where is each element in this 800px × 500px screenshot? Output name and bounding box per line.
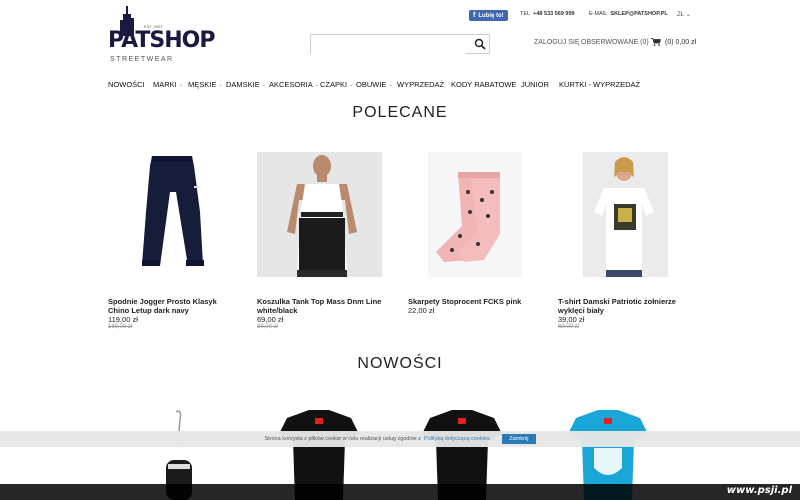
facebook-like-button[interactable]: f Lubię to! <box>469 10 508 21</box>
search-icon[interactable] <box>474 38 486 50</box>
womens-tshirt-model-image <box>583 152 668 277</box>
cookie-bar: Strona korzysta z plików cookie w celu r… <box>0 431 800 447</box>
search-box <box>310 34 490 56</box>
nav-item-damskie[interactable]: DAMSKIE ⌄ <box>226 80 266 89</box>
watermark-bar: www.psji.pl <box>0 484 800 500</box>
chevron-down-icon: ⌄ <box>178 81 183 88</box>
product-image[interactable] <box>408 152 533 277</box>
chevron-down-icon: ⌄ <box>261 81 266 88</box>
product-price: 39,00 zł <box>558 315 585 324</box>
nav-label: DAMSKIE <box>226 80 260 89</box>
product-name[interactable]: Koszulka Tank Top Mass Dnm Line white/bl… <box>257 297 387 315</box>
nav-label: JUNIOR <box>521 80 549 89</box>
nav-item-akcesoria[interactable]: AKCESORIA ⌄ <box>269 80 319 89</box>
product-card[interactable]: Koszulka Tank Top Mass Dnm Line white/bl… <box>257 152 387 330</box>
product-image[interactable] <box>108 152 233 277</box>
nav-item-junior[interactable]: JUNIOR <box>521 80 549 89</box>
product-card[interactable]: Spodnie Jogger Prosto Klasyk Chino Letup… <box>108 152 238 330</box>
pink-socks-image <box>428 152 522 277</box>
chevron-down-icon: ⌄ <box>685 12 691 18</box>
cookie-close-button[interactable]: Zamknij <box>502 434 536 444</box>
nav-item-nowosci[interactable]: NOWOŚCI <box>108 80 145 89</box>
cart-label: (0) 0,00 zł <box>665 38 697 46</box>
currency-selector[interactable]: ZŁ ⌄ <box>677 11 691 18</box>
product-name[interactable]: Skarpety Stoprocent FCKS pink <box>408 297 538 306</box>
phone-info: TEL +48 533 569 999 <box>520 11 575 17</box>
currency-label: ZŁ <box>677 12 685 18</box>
tank-top-model-image <box>257 152 382 277</box>
cart-icon <box>651 38 661 46</box>
nav-item-kody-rabatowe[interactable]: KODY RABATOWE <box>451 80 516 89</box>
email-info: E-MAIL SKLEP@PATSHOP.PL <box>589 11 668 17</box>
product-old-price: 89,00 zł <box>257 324 279 330</box>
facebook-icon: f <box>473 12 476 19</box>
nav-label: MARKI <box>153 80 177 89</box>
search-input[interactable] <box>311 37 466 56</box>
product-name[interactable]: T-shirt Damski Patriotic żołnierze wyklę… <box>558 297 688 315</box>
phone-label: TEL <box>520 11 531 17</box>
nav-label: WYPRZEDAŻ <box>397 80 445 89</box>
nav-label: AKCESORIA <box>269 80 313 89</box>
chevron-down-icon: ⌄ <box>218 81 223 88</box>
nav-item-meskie[interactable]: MĘSKIE ⌄ <box>188 80 223 89</box>
phone-number[interactable]: +48 533 569 999 <box>533 11 574 17</box>
cookie-text: Strona korzysta z plików cookie w celu r… <box>264 436 421 442</box>
cookie-policy-link[interactable]: Polityką dotyczącą cookies. <box>424 436 491 442</box>
product-image[interactable] <box>257 152 382 277</box>
product-price: 119,00 zł <box>108 315 138 324</box>
section-title-new: NOWOŚCI <box>357 355 443 372</box>
nav-label: NOWOŚCI <box>108 80 145 89</box>
nav-item-kurtki-wyprzedaz[interactable]: KURTKI - WYPRZEDAŻ <box>559 80 640 89</box>
product-old-price: 169,00 zł <box>108 324 133 330</box>
product-name[interactable]: Spodnie Jogger Prosto Klasyk Chino Letup… <box>108 297 238 315</box>
nav-item-marki[interactable]: MARKI ⌄ <box>153 80 183 89</box>
nav-label: KODY RABATOWE <box>451 80 517 89</box>
chevron-down-icon: ⌄ <box>314 81 319 88</box>
nav-label: KURTKI - WYPRZEDAŻ <box>559 80 641 89</box>
wishlist-link[interactable]: OBSERWOWANE (0) <box>581 39 649 46</box>
cart-button[interactable]: (0) 0,00 zł <box>651 38 696 46</box>
email-label: E-MAIL <box>589 11 608 17</box>
product-card[interactable]: T-shirt Damski Patriotic żołnierze wyklę… <box>558 152 688 330</box>
logo-text: PATSHOP <box>108 28 216 53</box>
nav-label: MĘSKIE <box>188 80 217 89</box>
nav-item-czapki[interactable]: CZAPKI ⌄ <box>320 80 353 89</box>
nav-label: OBUWIE <box>356 80 387 89</box>
email-address[interactable]: SKLEP@PATSHOP.PL <box>610 11 667 17</box>
nav-item-obuwie[interactable]: OBUWIE ⌄ <box>356 80 393 89</box>
product-price: 22,00 zł <box>408 306 435 315</box>
product-card[interactable]: Skarpety Stoprocent FCKS pink 22,00 zł <box>408 152 538 315</box>
jogger-pants-image <box>142 156 204 266</box>
nav-label: CZAPKI <box>320 80 348 89</box>
login-link[interactable]: ZALOGUJ SIĘ <box>534 39 580 46</box>
product-price: 69,00 zł <box>257 315 284 324</box>
chevron-down-icon: ⌄ <box>349 81 354 88</box>
fb-like-label: Lubię to! <box>478 12 504 19</box>
product-old-price: 69,00 zł <box>558 324 580 330</box>
shop-logo[interactable]: EST. 2003 PATSHOP STREETWEAR <box>106 6 216 68</box>
logo-subtitle: STREETWEAR <box>110 56 174 63</box>
product-image[interactable] <box>558 152 683 277</box>
watermark-text: www.psji.pl <box>726 485 792 496</box>
chevron-down-icon: ⌄ <box>388 81 393 88</box>
nav-item-wyprzedaz[interactable]: WYPRZEDAŻ <box>397 80 444 89</box>
section-title-recommended: POLECANE <box>352 104 448 121</box>
